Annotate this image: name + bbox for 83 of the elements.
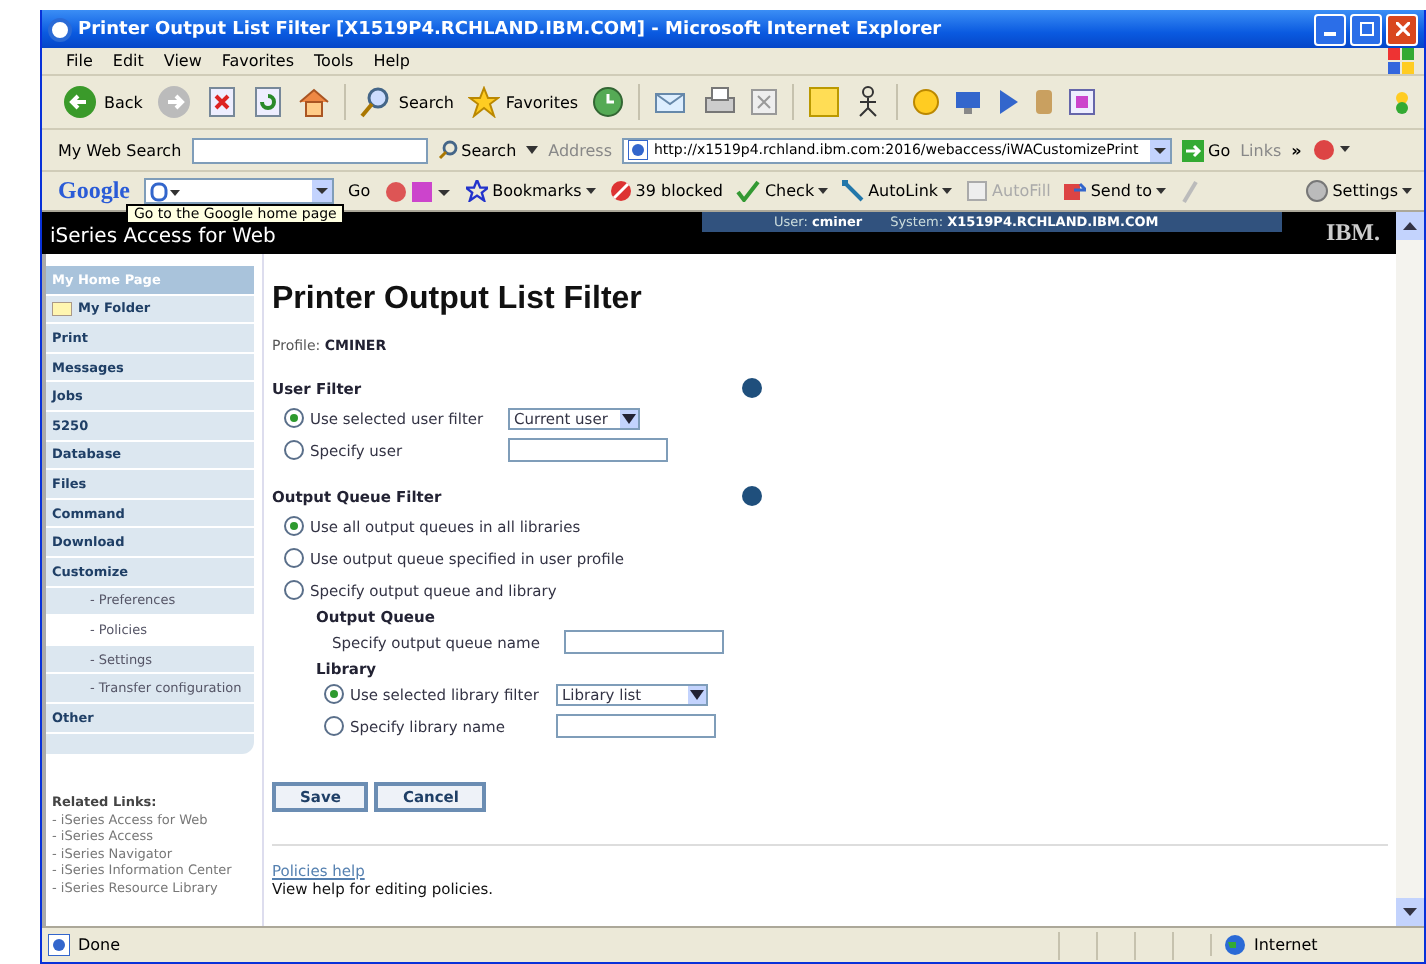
minimize-button[interactable] xyxy=(1314,13,1346,45)
scroll-up-icon[interactable] xyxy=(1396,212,1424,240)
globe-icon xyxy=(1224,934,1246,956)
search-button[interactable]: Search xyxy=(360,86,454,118)
popup-blocker-button[interactable]: 39 blocked xyxy=(609,180,723,202)
circle-icon xyxy=(1306,180,1329,202)
search-field[interactable] xyxy=(191,137,428,163)
more-links-button[interactable]: » xyxy=(1291,141,1302,159)
radio-button[interactable] xyxy=(324,684,344,704)
help-icon[interactable] xyxy=(742,486,762,506)
checkmark-icon xyxy=(736,180,761,202)
print-icon[interactable] xyxy=(704,86,737,118)
monitor-icon[interactable] xyxy=(954,88,983,116)
pointer-icon[interactable] xyxy=(996,88,1021,116)
page-icon xyxy=(48,934,70,956)
refresh-icon[interactable] xyxy=(252,86,285,118)
radio-button[interactable] xyxy=(284,440,304,460)
status-text: Done xyxy=(48,934,121,956)
star-icon xyxy=(467,86,500,118)
search-icon xyxy=(360,86,393,118)
close-button[interactable] xyxy=(1386,13,1418,45)
history-icon[interactable] xyxy=(592,86,625,118)
note-icon[interactable] xyxy=(808,86,841,118)
blocked-icon xyxy=(609,180,632,202)
spell-check-button[interactable]: Check xyxy=(736,180,829,202)
windows-logo-icon xyxy=(1388,48,1416,74)
home-icon[interactable] xyxy=(298,86,331,118)
page-icon xyxy=(628,140,648,160)
menu-item[interactable]: File xyxy=(66,52,93,70)
scroll-down-icon[interactable] xyxy=(1396,898,1424,926)
page-title: Printer Output List Filter xyxy=(272,282,644,318)
close-icon xyxy=(1395,22,1409,36)
back-button[interactable]: Back xyxy=(62,84,143,120)
caret-icon xyxy=(1402,188,1412,194)
folder-icon xyxy=(52,301,72,316)
star-icon xyxy=(466,180,489,202)
settings-button[interactable]: Settings xyxy=(1306,180,1412,202)
google-search-field[interactable] xyxy=(144,178,334,204)
radio-button[interactable] xyxy=(284,580,304,600)
address-label: Address xyxy=(548,141,612,159)
radio-button[interactable] xyxy=(284,516,304,536)
google-logo[interactable]: Google xyxy=(58,176,130,206)
menu-item[interactable]: Edit xyxy=(112,52,144,70)
form-icon xyxy=(966,180,989,202)
web-search-button[interactable]: Search xyxy=(437,140,517,160)
caret-icon xyxy=(818,188,829,194)
input-field[interactable] xyxy=(508,438,668,462)
caret-icon xyxy=(620,409,638,427)
menu-item[interactable]: View xyxy=(163,52,202,70)
radio-button[interactable] xyxy=(284,548,304,568)
window-icon[interactable] xyxy=(1068,88,1097,116)
input-field[interactable] xyxy=(556,714,716,738)
maximize-button[interactable] xyxy=(1350,13,1382,45)
favorites-button[interactable]: Favorites xyxy=(467,86,579,118)
send-icon xyxy=(1064,180,1087,202)
window-title: Printer Output List Filter [X1519P4.RCHLAND.IBM.COM] - Microsoft Internet Explorer xyxy=(78,19,944,39)
input-field[interactable] xyxy=(564,630,724,654)
arrow-icon xyxy=(1182,139,1204,161)
scrollbar[interactable] xyxy=(1396,212,1424,926)
edit-icon[interactable] xyxy=(750,88,779,116)
go-button[interactable]: Go xyxy=(1182,139,1231,161)
menu-item[interactable]: Help xyxy=(373,52,410,70)
google-go-button[interactable]: Go xyxy=(348,182,371,200)
menu-item[interactable]: Tools xyxy=(314,52,354,70)
search-icon xyxy=(437,140,458,160)
autolink-button[interactable]: AutoLink xyxy=(842,180,953,202)
caret-icon xyxy=(688,685,706,703)
stop-icon[interactable] xyxy=(206,86,239,118)
caret-icon xyxy=(942,188,953,194)
ibm-logo: IBM. xyxy=(1326,218,1382,250)
maximize-icon xyxy=(1359,22,1373,36)
product-name: iSeries Access for Web xyxy=(48,226,276,252)
caret-icon xyxy=(585,188,596,194)
caret-icon xyxy=(1156,188,1167,194)
caret-icon[interactable] xyxy=(526,146,539,154)
radio-button[interactable] xyxy=(324,716,344,736)
security-zone: Internet xyxy=(1210,934,1424,956)
help-icon[interactable] xyxy=(742,378,762,398)
radio-button[interactable] xyxy=(284,408,304,428)
menu-item[interactable]: Favorites xyxy=(221,52,295,70)
send-to-button[interactable]: Send to xyxy=(1064,180,1167,202)
bookmarks-button[interactable]: Bookmarks xyxy=(466,180,596,202)
search-label: My Web Search xyxy=(58,141,182,159)
